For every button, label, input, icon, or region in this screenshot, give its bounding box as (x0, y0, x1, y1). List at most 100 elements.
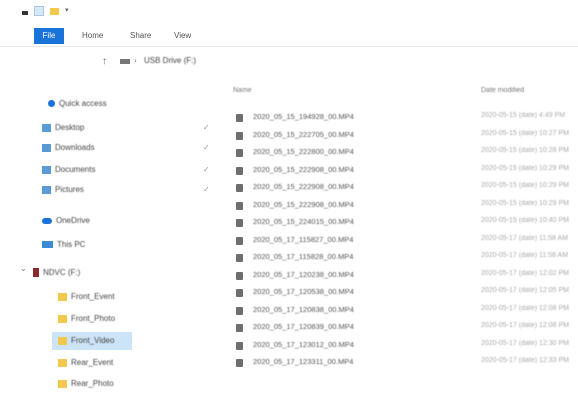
file-name: 2020_05_15_222908_00.MP4 (253, 182, 354, 191)
sidebar-item[interactable]: This PC (42, 236, 85, 254)
file-row[interactable]: 2020_05_17_120838_00.MP4 2020-05-17 (date… (225, 303, 578, 319)
file-row[interactable]: 2020_05_17_120238_00.MP4 2020-05-17 (date… (225, 268, 578, 284)
pin-icon: ✓ (203, 123, 210, 132)
file-name: 2020_05_15_222705_00.MP4 (253, 129, 354, 139)
sidebar-item[interactable]: Quick access (48, 95, 107, 113)
file-date: 2020-05-17 (date) 11:58 AM (481, 252, 569, 259)
pin-icon: ✓ (203, 143, 210, 152)
file-row[interactable]: 2020_05_17_115828_00.MP4 2020-05-17 (date… (225, 250, 578, 266)
tab-view[interactable]: View (174, 28, 191, 44)
sidebar-item-label: Downloads (55, 143, 95, 152)
file-date: 2020-05-15 (date) 10:29 PM (481, 199, 569, 207)
tab-share[interactable]: Share (130, 28, 151, 44)
navigation-pane: Quick access Desktop ✓ Downloads ✓ Documents ✓… (0, 88, 225, 388)
file-name: 2020_05_17_120838_00.MP4 (253, 304, 354, 314)
column-header-name[interactable]: Name (233, 84, 252, 98)
sidebar-item[interactable]: Front_Video (52, 332, 132, 350)
file-date: 2020-05-15 (date) 10:40 PM (481, 217, 569, 224)
video-file-icon (236, 341, 243, 350)
video-file-icon (236, 201, 243, 210)
download-folder-icon (42, 143, 51, 152)
file-row[interactable]: 2020_05_17_115827_00.MP4 2020-05-17 (date… (225, 233, 578, 249)
file-name: 2020_05_15_222908_00.MP4 (253, 164, 354, 174)
video-file-icon (236, 254, 243, 262)
file-name: 2020_05_15_222800_00.MP4 (253, 147, 354, 156)
sidebar-item-label: Front_Event (71, 292, 115, 301)
file-row[interactable]: 2020_05_15_224015_00.MP4 2020-05-15 (date… (225, 215, 578, 231)
sidebar-item[interactable]: Desktop (42, 119, 84, 137)
pictures-folder-icon (42, 185, 51, 194)
title-bar: ▾ (0, 0, 578, 24)
pin-icon: ✓ (203, 165, 210, 174)
sidebar-item[interactable]: Pictures (42, 181, 84, 199)
sidebar-item-label: NDVC (F:) (43, 268, 81, 277)
sidebar-item[interactable]: Front_Event (58, 288, 115, 306)
file-date: 2020-05-17 (date) 12:02 PM (481, 269, 569, 277)
file-date: 2020-05-15 (date) 10:28 PM (481, 147, 569, 154)
file-name: 2020_05_17_120538_00.MP4 (253, 287, 354, 296)
file-row[interactable]: 2020_05_15_222908_00.MP4 2020-05-15 (date… (225, 180, 578, 196)
file-row[interactable]: 2020_05_17_123012_00.MP4 2020-05-17 (date… (225, 338, 578, 354)
file-date: 2020-05-17 (date) 12:05 PM (481, 287, 569, 294)
file-row[interactable]: 2020_05_15_222705_00.MP4 2020-05-15 (date… (225, 128, 578, 144)
tab-home[interactable]: Home (82, 28, 103, 44)
chevron-down-icon[interactable]: ⌄ (20, 264, 27, 273)
file-date: 2020-05-17 (date) 12:08 PM (481, 304, 569, 312)
up-arrow-icon[interactable]: ↑ (102, 56, 107, 67)
breadcrumb[interactable]: USB Drive (F:) (144, 56, 196, 65)
sidebar-item[interactable]: Documents (42, 161, 95, 179)
video-file-icon (236, 184, 243, 192)
sidebar-item-label: Rear_Event (71, 358, 114, 367)
tab-file[interactable]: File (34, 28, 64, 44)
video-file-icon (236, 289, 243, 297)
file-list: Name Date modified 2020_05_15_194928_00.… (225, 84, 578, 387)
sidebar-item[interactable]: Front_Photo (58, 310, 115, 328)
video-file-icon (236, 236, 243, 245)
file-name: 2020_05_17_115828_00.MP4 (253, 252, 354, 261)
chevron-right-icon[interactable]: › (134, 56, 137, 65)
file-name: 2020_05_17_123012_00.MP4 (253, 339, 354, 349)
file-name: 2020_05_17_120238_00.MP4 (253, 269, 354, 279)
file-row[interactable]: 2020_05_15_222908_00.MP4 2020-05-15 (date… (225, 198, 578, 214)
file-name: 2020_05_17_120839_00.MP4 (253, 322, 354, 331)
star-icon (48, 100, 55, 108)
file-row[interactable]: 2020_05_17_123311_00.MP4 2020-05-17 (date… (225, 355, 578, 371)
file-date: 2020-05-15 (date) 10:29 PM (481, 182, 569, 189)
documents-folder-icon (42, 165, 51, 174)
folder-icon (58, 336, 67, 345)
sidebar-item[interactable]: OneDrive (42, 212, 90, 230)
folder-icon (58, 314, 67, 323)
video-file-icon (236, 271, 243, 280)
new-folder-icon[interactable] (50, 7, 59, 15)
sidebar-item[interactable]: Rear_Event (58, 354, 113, 372)
file-date: 2020-05-17 (date) 12:33 PM (481, 357, 569, 364)
app-icon (22, 10, 28, 15)
video-file-icon (236, 149, 243, 157)
file-row[interactable]: 2020_05_15_222908_00.MP4 2020-05-15 (date… (225, 163, 578, 179)
file-row[interactable]: 2020_05_17_120538_00.MP4 2020-05-17 (date… (225, 285, 578, 301)
file-date: 2020-05-15 (date) 10:29 PM (481, 164, 569, 172)
video-file-icon (236, 166, 243, 175)
sidebar-item-label: Quick access (59, 99, 107, 108)
sidebar-item[interactable]: Rear_Photo (58, 375, 114, 393)
video-file-icon (236, 114, 243, 122)
file-row[interactable]: 2020_05_15_194928_00.MP4 2020-05-15 (date… (225, 110, 578, 126)
sidebar-item-label: Front_Photo (71, 314, 116, 323)
file-row[interactable]: 2020_05_15_222800_00.MP4 2020-05-15 (date… (225, 145, 578, 161)
desktop-folder-icon (42, 123, 51, 132)
properties-icon[interactable] (34, 6, 44, 16)
video-file-icon (236, 324, 243, 332)
computer-icon (42, 241, 53, 249)
ribbon-tabs: File Home Share View (0, 26, 578, 47)
qat-dropdown-icon[interactable]: ▾ (65, 7, 71, 14)
sidebar-item-label: Desktop (55, 123, 85, 132)
sidebar-item[interactable]: NDVC (F:) (33, 264, 80, 282)
file-date: 2020-05-15 (date) 10:27 PM (481, 129, 569, 137)
folder-icon (58, 292, 67, 301)
file-row[interactable]: 2020_05_17_120839_00.MP4 2020-05-17 (date… (225, 320, 578, 336)
sidebar-item[interactable]: Downloads (42, 139, 95, 157)
sidebar-item-label: Documents (55, 165, 96, 174)
video-file-icon (236, 306, 243, 315)
column-header-date[interactable]: Date modified (481, 84, 524, 98)
file-date: 2020-05-17 (date) 12:08 PM (481, 322, 569, 329)
